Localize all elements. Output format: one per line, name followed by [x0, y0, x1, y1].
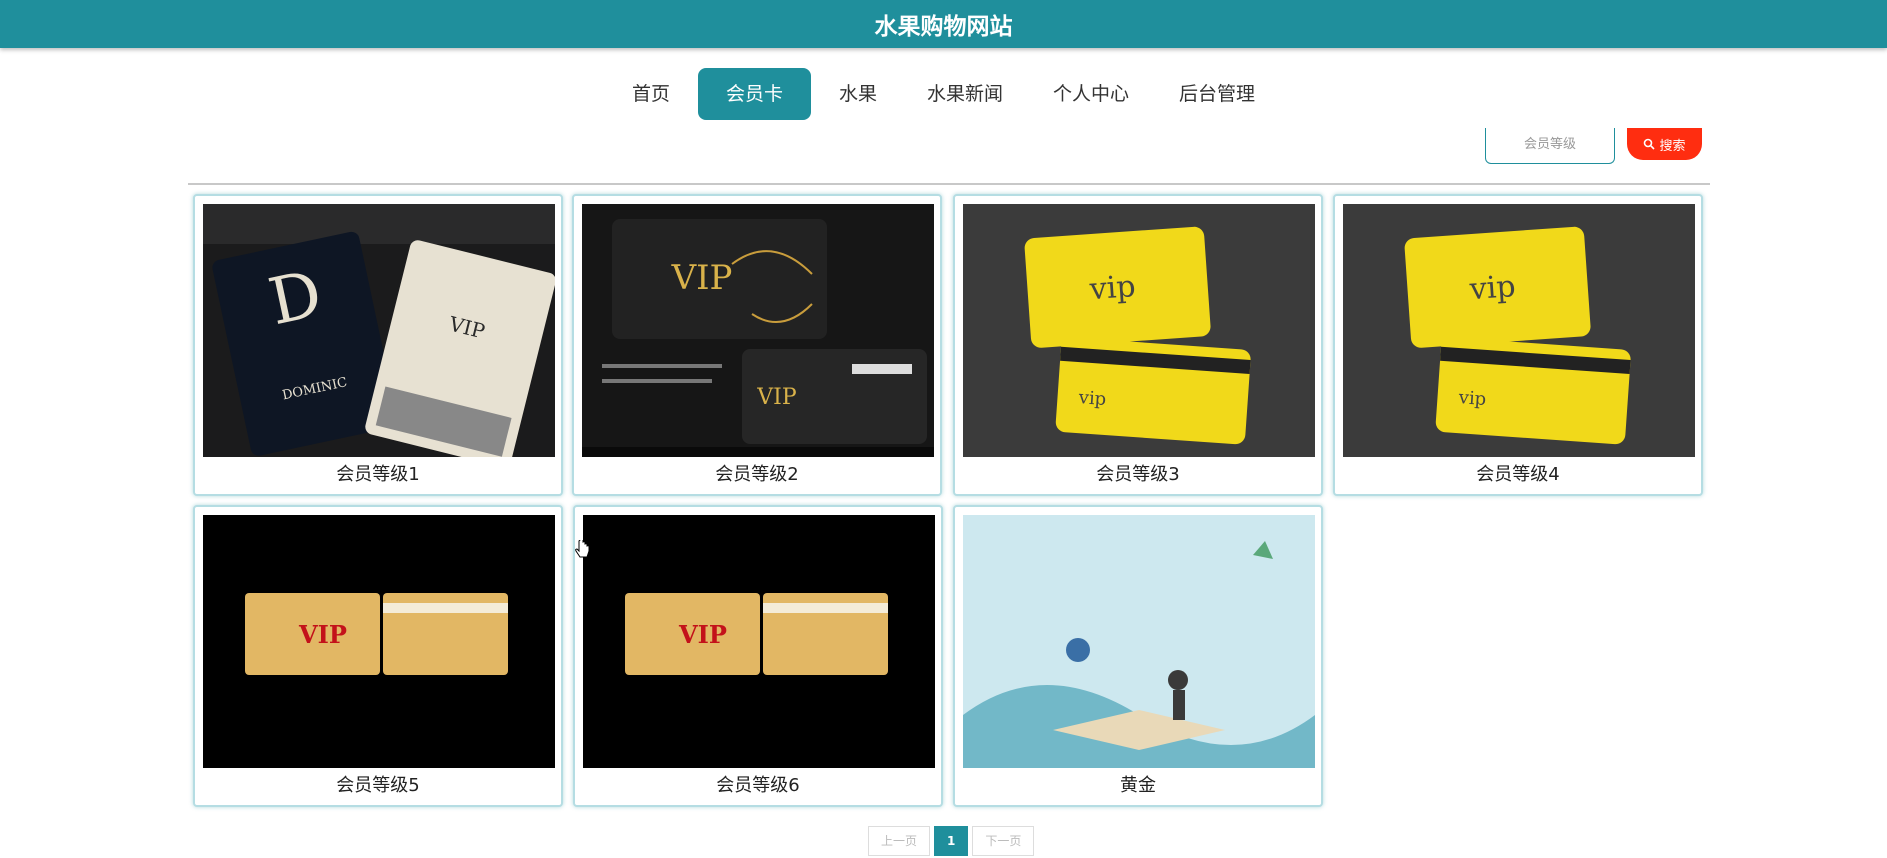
card-image-yellow-diamond: vip vip	[1343, 204, 1695, 457]
card-label: 会员等级5	[336, 775, 420, 796]
prev-page-button[interactable]: 上一页	[868, 826, 931, 856]
card-image-gold-vip: VIP	[583, 515, 935, 768]
membership-card-item[interactable]: VIP 会员等级5	[193, 505, 563, 807]
svg-text:vip: vip	[1457, 387, 1487, 410]
membership-card-item[interactable]: D DOMINIC VIP 会员等级1	[193, 194, 563, 496]
membership-card-item[interactable]: vip vip 会员等级3	[953, 194, 1323, 496]
svg-text:VIP: VIP	[298, 620, 347, 649]
search-input[interactable]: 会员等级	[1485, 128, 1615, 164]
card-label: 会员等级1	[336, 464, 420, 485]
search-button[interactable]: 搜索	[1627, 128, 1702, 160]
svg-text:vip: vip	[1077, 387, 1107, 410]
membership-card-item[interactable]: VIP 会员等级6	[573, 505, 943, 807]
nav-admin[interactable]: 后台管理	[1157, 68, 1277, 120]
divider	[188, 183, 1710, 185]
current-page-button[interactable]: 1	[934, 826, 969, 856]
svg-text:VIP: VIP	[678, 620, 727, 649]
card-label: 会员等级6	[716, 775, 800, 796]
main-nav: 首页 会员卡 水果 水果新闻 个人中心 后台管理	[0, 68, 1887, 120]
membership-card-item[interactable]: 黄金	[953, 505, 1323, 807]
nav-fruit-news[interactable]: 水果新闻	[905, 68, 1025, 120]
card-image-dark-vip: D DOMINIC VIP	[203, 204, 555, 457]
search-icon	[1644, 138, 1656, 150]
site-title: 水果购物网站	[874, 14, 1013, 40]
membership-card-item[interactable]: vip vip 会员等级4	[1333, 194, 1703, 496]
card-image-black-vip: VIP VIP	[582, 204, 934, 457]
membership-card-item[interactable]: VIP VIP 会员等级2	[572, 194, 942, 496]
next-page-button[interactable]: 下一页	[972, 826, 1035, 856]
nav-home[interactable]: 首页	[610, 68, 692, 120]
card-label: 黄金	[1120, 775, 1156, 796]
search-button-label: 搜索	[1659, 138, 1686, 154]
card-image-yellow-diamond: vip vip	[963, 204, 1315, 457]
site-header: 水果购物网站	[0, 0, 1887, 48]
svg-text:VIP: VIP	[756, 385, 797, 410]
card-label: 会员等级4	[1476, 464, 1560, 485]
card-image-illustration	[963, 515, 1315, 768]
nav-fruit[interactable]: 水果	[817, 68, 899, 120]
svg-text:vip: vip	[1468, 269, 1517, 307]
svg-text:vip: vip	[1088, 269, 1137, 307]
card-image-gold-vip: VIP	[203, 515, 555, 768]
card-label: 会员等级3	[1096, 464, 1180, 485]
hand-cursor-icon	[574, 538, 590, 564]
svg-text:VIP: VIP	[671, 258, 733, 298]
nav-personal-center[interactable]: 个人中心	[1031, 68, 1151, 120]
nav-membership-card[interactable]: 会员卡	[697, 68, 811, 120]
card-label: 会员等级2	[715, 464, 799, 485]
pagination: 上一页 1 下一页	[868, 826, 1035, 856]
